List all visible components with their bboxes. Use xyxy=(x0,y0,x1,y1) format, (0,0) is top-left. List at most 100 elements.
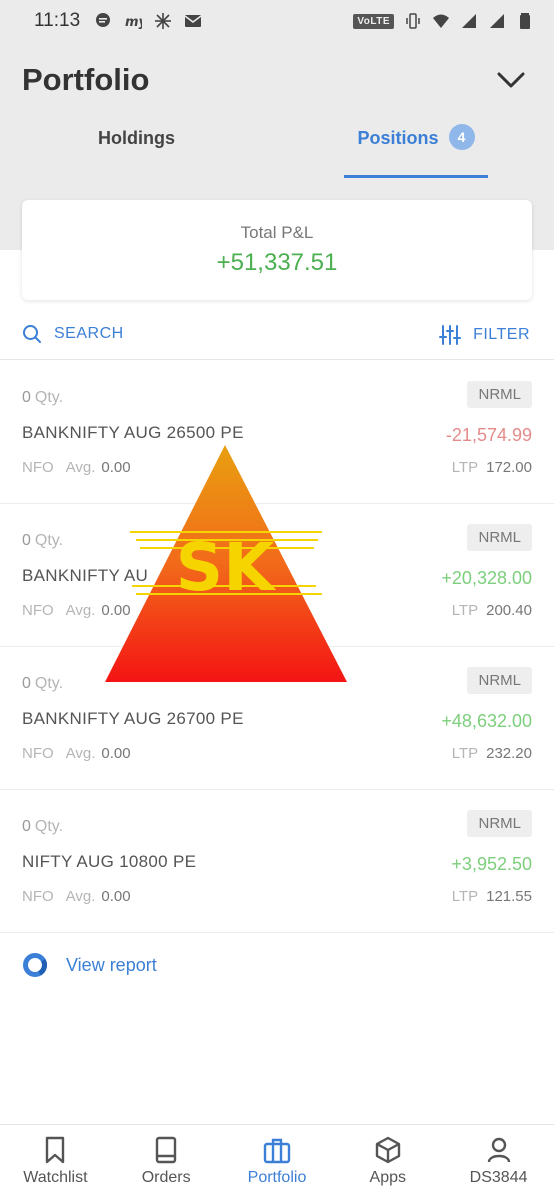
position-qty: 0 Qty. xyxy=(22,675,63,693)
volte-indicator: VoLTE xyxy=(353,13,394,29)
battery-icon xyxy=(520,13,530,29)
ltp-value: 172.00 xyxy=(486,459,532,476)
nav-portfolio-label: Portfolio xyxy=(247,1169,307,1186)
nav-orders-label: Orders xyxy=(141,1169,191,1186)
avg-value: 0.00 xyxy=(101,888,131,905)
cube-icon xyxy=(375,1136,400,1164)
qty-value: 0 xyxy=(22,532,31,549)
product-badge: NRML xyxy=(467,667,532,694)
position-symbol: BANKNIFTY AUG 26700 PE xyxy=(22,709,244,728)
ltp-label: LTP xyxy=(451,745,479,762)
filter-label: FILTER xyxy=(473,326,530,343)
nav-portfolio[interactable]: Portfolio xyxy=(222,1125,333,1200)
avg-label: Avg. xyxy=(65,459,96,476)
status-time: 11:13 xyxy=(34,10,81,31)
view-report-label: View report xyxy=(66,954,157,975)
product-badge: NRML xyxy=(467,524,532,551)
view-report-link[interactable]: View report xyxy=(22,952,157,978)
position-meta: NFO Avg. 0.00 xyxy=(22,888,131,905)
avg-value: 0.00 xyxy=(101,745,131,762)
total-pnl-label: Total P&L xyxy=(240,223,314,242)
ltp-value: 232.20 xyxy=(486,745,532,762)
report-ring-icon xyxy=(23,953,47,977)
nav-apps[interactable]: Apps xyxy=(332,1125,443,1200)
search-icon xyxy=(23,325,41,343)
user-icon xyxy=(487,1137,510,1163)
tab-positions[interactable]: Positions 4 xyxy=(344,124,488,178)
avg-label: Avg. xyxy=(65,745,96,762)
ltp-value: 200.40 xyxy=(486,602,532,619)
filter-icon xyxy=(439,325,462,345)
positions-count-badge: 4 xyxy=(448,124,475,150)
portfolio-tabs: Holdings Positions 4 xyxy=(0,124,554,178)
position-meta: NFO Avg. 0.00 xyxy=(22,745,131,762)
tab-holdings-label: Holdings xyxy=(98,128,175,148)
book-icon xyxy=(155,1136,177,1164)
nav-account-label: DS3844 xyxy=(469,1169,528,1186)
nav-orders[interactable]: Orders xyxy=(111,1125,222,1200)
position-qty: 0 Qty. xyxy=(22,532,63,550)
nav-watchlist-label: Watchlist xyxy=(23,1169,88,1186)
position-ltp: LTP 172.00 xyxy=(452,459,532,476)
sparkle-icon xyxy=(155,13,172,29)
search-label: SEARCH xyxy=(54,325,124,342)
position-ltp: LTP 121.55 xyxy=(452,888,532,905)
position-qty: 0 Qty. xyxy=(22,389,63,407)
position-pnl: +20,328.00 xyxy=(441,568,532,588)
nav-account[interactable]: DS3844 xyxy=(443,1125,554,1200)
tab-positions-label: Positions xyxy=(357,128,439,148)
total-pnl-value: +51,337.51 xyxy=(216,249,338,276)
total-pnl-card: Total P&L +51,337.51 xyxy=(22,200,532,300)
tab-holdings[interactable]: Holdings xyxy=(98,128,175,178)
filter-button[interactable]: FILTER xyxy=(439,324,530,346)
position-ltp: LTP 200.40 xyxy=(452,602,532,619)
notification-icons: my xyxy=(94,12,202,30)
status-bar: 11:13 my VoLTE xyxy=(0,0,554,42)
wifi-icon xyxy=(433,14,449,28)
position-pnl: +3,952.50 xyxy=(451,854,532,874)
position-ltp: LTP 232.20 xyxy=(452,745,532,762)
briefcase-icon xyxy=(263,1138,291,1164)
svg-text:my: my xyxy=(125,15,142,30)
qty-label: Qty. xyxy=(34,389,64,406)
system-icons: VoLTE xyxy=(353,12,534,30)
qty-value: 0 xyxy=(22,675,31,692)
signal-icon xyxy=(490,14,504,28)
exchange-label: NFO xyxy=(22,459,54,476)
ltp-label: LTP xyxy=(451,459,479,476)
sk-watermark-logo: SK xyxy=(105,445,347,682)
exchange-label: NFO xyxy=(22,888,54,905)
exchange-label: NFO xyxy=(22,745,54,762)
search-button[interactable]: SEARCH xyxy=(22,324,124,344)
qty-value: 0 xyxy=(22,818,31,835)
qty-value: 0 xyxy=(22,389,31,406)
product-badge: NRML xyxy=(467,810,532,837)
qty-label: Qty. xyxy=(34,532,64,549)
my-app-icon: my xyxy=(125,15,142,30)
ltp-value: 121.55 xyxy=(486,888,532,905)
signal-icon xyxy=(462,14,476,28)
qty-label: Qty. xyxy=(34,818,64,835)
nav-apps-label: Apps xyxy=(369,1169,407,1186)
mail-icon xyxy=(184,15,202,27)
positions-toolbar: SEARCH FILTER xyxy=(0,310,554,360)
avg-label: Avg. xyxy=(65,888,96,905)
bottom-navigation: Watchlist Orders Portfolio Apps DS3844 xyxy=(0,1124,554,1200)
chevron-down-icon[interactable] xyxy=(496,70,526,90)
ltp-label: LTP xyxy=(451,602,479,619)
page-title: Portfolio xyxy=(22,62,150,97)
position-pnl: +48,632.00 xyxy=(441,711,532,731)
watermark-text: SK xyxy=(176,529,278,606)
exchange-label: NFO xyxy=(22,602,54,619)
qty-label: Qty. xyxy=(34,675,64,692)
avg-label: Avg. xyxy=(65,602,96,619)
vibrate-icon xyxy=(406,13,420,29)
position-row[interactable]: 0 Qty. NRML NIFTY AUG 10800 PE +3,952.50 … xyxy=(0,790,554,933)
chat-bubble-icon xyxy=(96,13,111,27)
position-pnl: -21,574.99 xyxy=(445,425,532,445)
nav-watchlist[interactable]: Watchlist xyxy=(0,1125,111,1200)
ltp-label: LTP xyxy=(451,888,479,905)
product-badge: NRML xyxy=(467,381,532,408)
position-qty: 0 Qty. xyxy=(22,818,63,836)
position-symbol: NIFTY AUG 10800 PE xyxy=(22,852,197,871)
